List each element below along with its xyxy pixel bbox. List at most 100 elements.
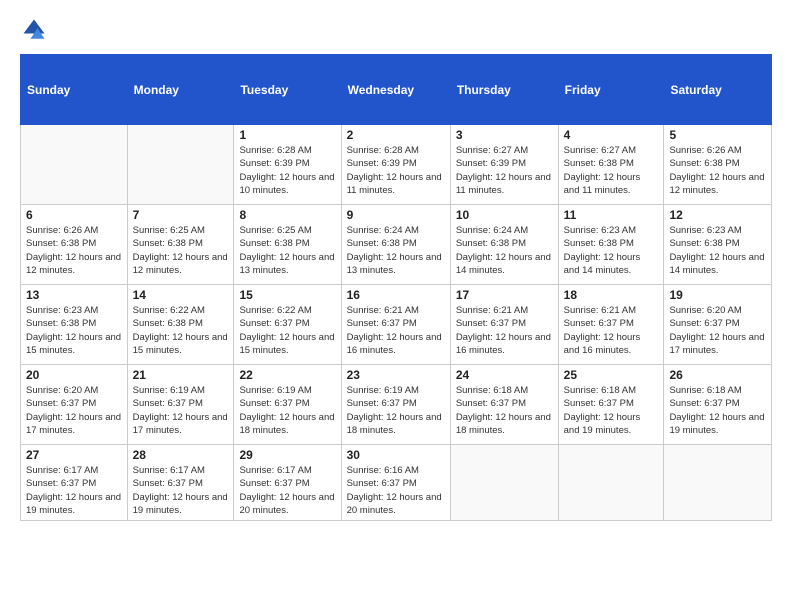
- day-info: Sunrise: 6:17 AM Sunset: 6:37 PM Dayligh…: [239, 464, 335, 517]
- calendar-cell: 16Sunrise: 6:21 AM Sunset: 6:37 PM Dayli…: [341, 285, 450, 365]
- day-number: 27: [26, 448, 122, 462]
- calendar-cell: 11 Sunrise: 6:23 AM Sunset: 6:38 PM Dayli…: [558, 205, 664, 285]
- day-info: Sunrise: 6:21 AM Sunset: 6:37 PM Dayligh…: [347, 304, 445, 357]
- day-info: Sunrise: 6:17 AM Sunset: 6:37 PM Dayligh…: [26, 464, 122, 517]
- day-number: 5: [669, 128, 766, 142]
- calendar-cell: 29 Sunrise: 6:17 AM Sunset: 6:37 PM Dayli…: [234, 445, 341, 521]
- calendar-cell: 7 Sunrise: 6:25 AM Sunset: 6:38 PM Daylig…: [127, 205, 234, 285]
- logo: [20, 16, 52, 44]
- calendar-cell: 25 Sunrise: 6:18 AM Sunset: 6:37 PM Dayli…: [558, 365, 664, 445]
- calendar-cell: 12 Sunrise: 6:23 AM Sunset: 6:38 PM Dayli…: [664, 205, 772, 285]
- calendar-week-3: 13Sunrise: 6:23 AM Sunset: 6:38 PM Dayli…: [21, 285, 772, 365]
- calendar-cell: 18 Sunrise: 6:21 AM Sunset: 6:37 PM Dayli…: [558, 285, 664, 365]
- day-number: 11: [564, 208, 659, 222]
- day-info: Sunrise: 6:25 AM Sunset: 6:38 PM Dayligh…: [239, 224, 335, 277]
- day-info: Sunrise: 6:27 AM Sunset: 6:38 PM Dayligh…: [564, 144, 659, 197]
- calendar-cell: 6 Sunrise: 6:26 AM Sunset: 6:38 PM Daylig…: [21, 205, 128, 285]
- calendar-cell: 2 Sunrise: 6:28 AM Sunset: 6:39 PM Daylig…: [341, 125, 450, 205]
- day-info: Sunrise: 6:26 AM Sunset: 6:38 PM Dayligh…: [669, 144, 766, 197]
- day-info: Sunrise: 6:17 AM Sunset: 6:37 PM Dayligh…: [133, 464, 229, 517]
- calendar-cell: [127, 125, 234, 205]
- weekday-header-tuesday: Tuesday: [234, 55, 341, 125]
- day-number: 3: [456, 128, 553, 142]
- day-number: 26: [669, 368, 766, 382]
- calendar-cell: 23Sunrise: 6:19 AM Sunset: 6:37 PM Dayli…: [341, 365, 450, 445]
- calendar-cell: 3 Sunrise: 6:27 AM Sunset: 6:39 PM Daylig…: [450, 125, 558, 205]
- day-info: Sunrise: 6:24 AM Sunset: 6:38 PM Dayligh…: [456, 224, 553, 277]
- day-info: Sunrise: 6:22 AM Sunset: 6:38 PM Dayligh…: [133, 304, 229, 357]
- calendar-cell: 30 Sunrise: 6:16 AM Sunset: 6:37 PM Dayli…: [341, 445, 450, 521]
- day-number: 8: [239, 208, 335, 222]
- day-info: Sunrise: 6:23 AM Sunset: 6:38 PM Dayligh…: [669, 224, 766, 277]
- day-info: Sunrise: 6:28 AM Sunset: 6:39 PM Dayligh…: [347, 144, 445, 197]
- day-number: 15: [239, 288, 335, 302]
- calendar-cell: [450, 445, 558, 521]
- day-info: Sunrise: 6:19 AM Sunset: 6:37 PM Dayligh…: [133, 384, 229, 437]
- calendar-table: SundayMondayTuesdayWednesdayThursdayFrid…: [20, 54, 772, 521]
- weekday-header-wednesday: Wednesday: [341, 55, 450, 125]
- day-number: 28: [133, 448, 229, 462]
- calendar-cell: 1 Sunrise: 6:28 AM Sunset: 6:39 PM Daylig…: [234, 125, 341, 205]
- day-info: Sunrise: 6:28 AM Sunset: 6:39 PM Dayligh…: [239, 144, 335, 197]
- calendar-cell: 17 Sunrise: 6:21 AM Sunset: 6:37 PM Dayli…: [450, 285, 558, 365]
- day-number: 25: [564, 368, 659, 382]
- day-number: 9: [347, 208, 445, 222]
- weekday-header-saturday: Saturday: [664, 55, 772, 125]
- day-number: 1: [239, 128, 335, 142]
- day-number: 20: [26, 368, 122, 382]
- day-info: Sunrise: 6:16 AM Sunset: 6:37 PM Dayligh…: [347, 464, 445, 517]
- calendar-cell: [558, 445, 664, 521]
- calendar-week-2: 6 Sunrise: 6:26 AM Sunset: 6:38 PM Daylig…: [21, 205, 772, 285]
- calendar-cell: 28 Sunrise: 6:17 AM Sunset: 6:37 PM Dayli…: [127, 445, 234, 521]
- weekday-header-row: SundayMondayTuesdayWednesdayThursdayFrid…: [21, 55, 772, 125]
- day-number: 17: [456, 288, 553, 302]
- day-number: 19: [669, 288, 766, 302]
- day-info: Sunrise: 6:23 AM Sunset: 6:38 PM Dayligh…: [564, 224, 659, 277]
- day-info: Sunrise: 6:21 AM Sunset: 6:37 PM Dayligh…: [456, 304, 553, 357]
- day-info: Sunrise: 6:18 AM Sunset: 6:37 PM Dayligh…: [564, 384, 659, 437]
- calendar-cell: 21 Sunrise: 6:19 AM Sunset: 6:37 PM Dayli…: [127, 365, 234, 445]
- calendar-cell: 10 Sunrise: 6:24 AM Sunset: 6:38 PM Dayli…: [450, 205, 558, 285]
- calendar-cell: 20 Sunrise: 6:20 AM Sunset: 6:37 PM Dayli…: [21, 365, 128, 445]
- calendar-cell: 22 Sunrise: 6:19 AM Sunset: 6:37 PM Dayli…: [234, 365, 341, 445]
- weekday-header-sunday: Sunday: [21, 55, 128, 125]
- calendar-cell: 26 Sunrise: 6:18 AM Sunset: 6:37 PM Dayli…: [664, 365, 772, 445]
- day-number: 12: [669, 208, 766, 222]
- calendar-cell: 24Sunrise: 6:18 AM Sunset: 6:37 PM Dayli…: [450, 365, 558, 445]
- calendar-cell: 15 Sunrise: 6:22 AM Sunset: 6:37 PM Dayli…: [234, 285, 341, 365]
- day-info: Sunrise: 6:22 AM Sunset: 6:37 PM Dayligh…: [239, 304, 335, 357]
- calendar-page: SundayMondayTuesdayWednesdayThursdayFrid…: [0, 0, 792, 612]
- calendar-cell: 14 Sunrise: 6:22 AM Sunset: 6:38 PM Dayli…: [127, 285, 234, 365]
- day-number: 14: [133, 288, 229, 302]
- calendar-cell: 19 Sunrise: 6:20 AM Sunset: 6:37 PM Dayli…: [664, 285, 772, 365]
- calendar-week-1: 1 Sunrise: 6:28 AM Sunset: 6:39 PM Daylig…: [21, 125, 772, 205]
- day-info: Sunrise: 6:18 AM Sunset: 6:37 PM Dayligh…: [456, 384, 553, 437]
- calendar-week-4: 20 Sunrise: 6:20 AM Sunset: 6:37 PM Dayli…: [21, 365, 772, 445]
- day-info: Sunrise: 6:25 AM Sunset: 6:38 PM Dayligh…: [133, 224, 229, 277]
- day-number: 10: [456, 208, 553, 222]
- day-number: 30: [347, 448, 445, 462]
- day-info: Sunrise: 6:20 AM Sunset: 6:37 PM Dayligh…: [26, 384, 122, 437]
- day-number: 29: [239, 448, 335, 462]
- day-number: 2: [347, 128, 445, 142]
- day-number: 21: [133, 368, 229, 382]
- day-info: Sunrise: 6:20 AM Sunset: 6:37 PM Dayligh…: [669, 304, 766, 357]
- calendar-cell: 9 Sunrise: 6:24 AM Sunset: 6:38 PM Daylig…: [341, 205, 450, 285]
- calendar-cell: [21, 125, 128, 205]
- calendar-week-5: 27 Sunrise: 6:17 AM Sunset: 6:37 PM Dayli…: [21, 445, 772, 521]
- day-number: 18: [564, 288, 659, 302]
- day-info: Sunrise: 6:24 AM Sunset: 6:38 PM Dayligh…: [347, 224, 445, 277]
- weekday-header-monday: Monday: [127, 55, 234, 125]
- day-info: Sunrise: 6:19 AM Sunset: 6:37 PM Dayligh…: [347, 384, 445, 437]
- day-info: Sunrise: 6:18 AM Sunset: 6:37 PM Dayligh…: [669, 384, 766, 437]
- day-info: Sunrise: 6:27 AM Sunset: 6:39 PM Dayligh…: [456, 144, 553, 197]
- day-info: Sunrise: 6:26 AM Sunset: 6:38 PM Dayligh…: [26, 224, 122, 277]
- calendar-cell: 8 Sunrise: 6:25 AM Sunset: 6:38 PM Daylig…: [234, 205, 341, 285]
- day-info: Sunrise: 6:23 AM Sunset: 6:38 PM Dayligh…: [26, 304, 122, 357]
- day-number: 7: [133, 208, 229, 222]
- day-number: 22: [239, 368, 335, 382]
- day-info: Sunrise: 6:21 AM Sunset: 6:37 PM Dayligh…: [564, 304, 659, 357]
- day-info: Sunrise: 6:19 AM Sunset: 6:37 PM Dayligh…: [239, 384, 335, 437]
- weekday-header-thursday: Thursday: [450, 55, 558, 125]
- day-number: 6: [26, 208, 122, 222]
